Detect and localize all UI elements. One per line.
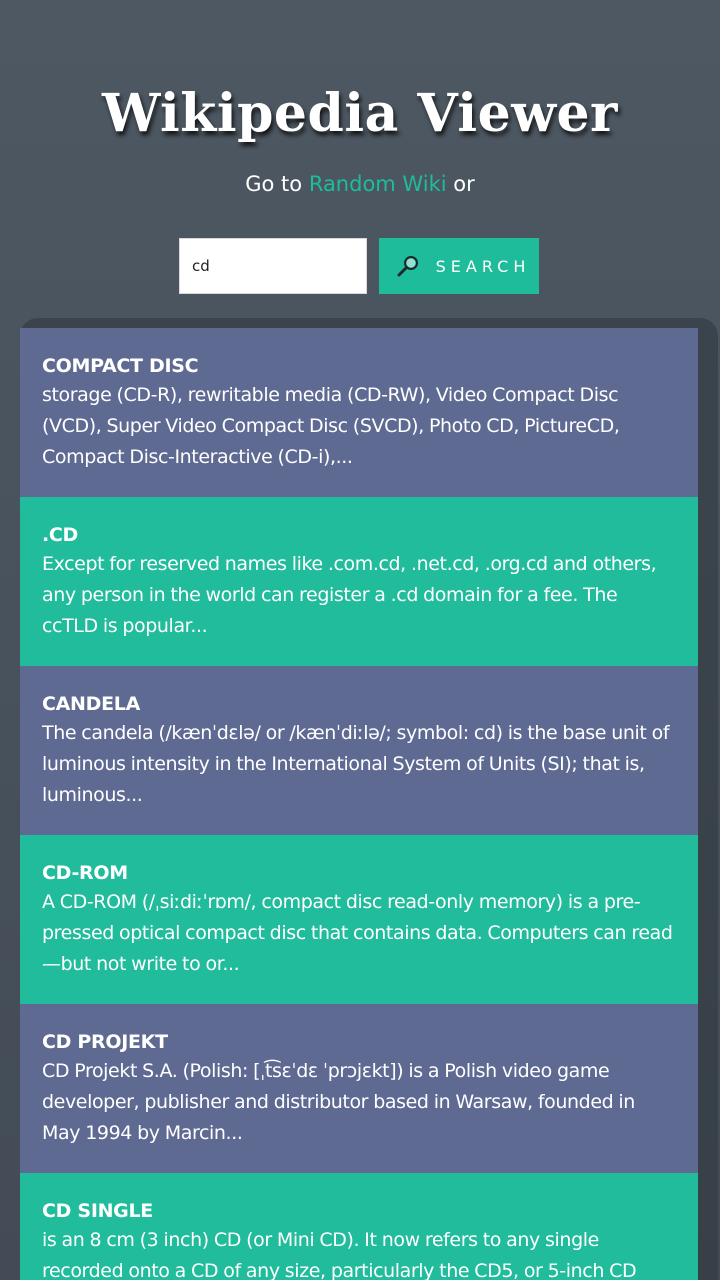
random-suffix: or bbox=[446, 172, 475, 196]
search-button-label: SEARCH bbox=[435, 256, 531, 276]
result-item[interactable]: CD-ROM A CD-ROM (/ˌsiːdiːˈrɒm/, compact … bbox=[20, 835, 698, 1004]
random-prefix: Go to bbox=[245, 172, 309, 196]
app-title: Wikipedia Viewer bbox=[102, 82, 618, 144]
result-snippet: CD Projekt S.A. (Polish: [ˌt͡sɛˈdɛ ˈprɔj… bbox=[42, 1060, 635, 1144]
result-snippet: The candela (/kænˈdɛlə/ or /kænˈdiːlə/; … bbox=[42, 722, 670, 806]
result-item[interactable]: .CD Except for reserved names like .com.… bbox=[20, 497, 698, 666]
result-item[interactable]: COMPACT DISC storage (CD-R), rewritable … bbox=[20, 328, 698, 497]
result-title: CD SINGLE bbox=[42, 1200, 153, 1222]
result-title: .CD bbox=[42, 524, 79, 546]
result-title: CD PROJEKT bbox=[42, 1031, 168, 1053]
results-list: COMPACT DISC storage (CD-R), rewritable … bbox=[20, 328, 698, 1280]
result-snippet: storage (CD-R), rewritable media (CD-RW)… bbox=[42, 384, 620, 468]
result-snippet: Except for reserved names like .com.cd, … bbox=[42, 553, 657, 637]
result-title: CANDELA bbox=[42, 693, 141, 715]
search-button[interactable]: SEARCH bbox=[379, 238, 539, 294]
random-wiki-link[interactable]: Random Wiki bbox=[309, 172, 447, 196]
result-item[interactable]: CD SINGLE is an 8 cm (3 inch) CD (or Min… bbox=[20, 1173, 698, 1280]
result-item[interactable]: CD PROJEKT CD Projekt S.A. (Polish: [ˌt͡… bbox=[20, 1004, 698, 1173]
result-title: COMPACT DISC bbox=[42, 355, 199, 377]
search-icon bbox=[396, 254, 420, 278]
result-snippet: is an 8 cm (3 inch) CD (or Mini CD). It … bbox=[42, 1229, 637, 1280]
search-input[interactable] bbox=[179, 238, 367, 294]
result-snippet: A CD-ROM (/ˌsiːdiːˈrɒm/, compact disc re… bbox=[42, 891, 673, 975]
result-title: CD-ROM bbox=[42, 862, 128, 884]
result-item[interactable]: CANDELA The candela (/kænˈdɛlə/ or /kænˈ… bbox=[20, 666, 698, 835]
random-line: Go to Random Wiki or bbox=[0, 168, 720, 200]
